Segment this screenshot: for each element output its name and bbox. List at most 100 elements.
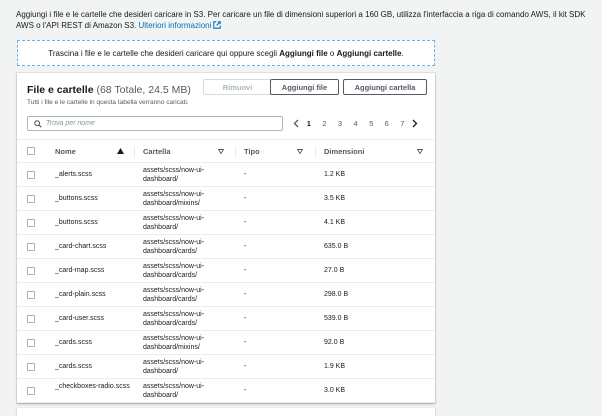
sort-icon[interactable] [417, 149, 423, 154]
file-type: - [244, 267, 247, 274]
file-type: - [244, 363, 247, 370]
intro-description: Aggiungi i file e le cartelle che deside… [16, 10, 586, 30]
page-3-button[interactable]: 3 [332, 119, 348, 128]
table-row[interactable]: _checkboxes-radio.scss assets/scss/now-u… [17, 379, 435, 403]
page-4-button[interactable]: 4 [348, 119, 364, 128]
dropzone-text: Trascina i file e le cartelle che deside… [48, 49, 403, 58]
next-panel-edge [17, 408, 435, 416]
file-folder: assets/scss/now-ui-dashboard/mixins/ [143, 191, 205, 207]
search-box [27, 116, 283, 131]
row-checkbox[interactable] [27, 219, 35, 227]
file-folder: assets/scss/now-ui-dashboard/cards/ [143, 311, 205, 327]
table-body: _alerts.scss assets/scss/now-ui-dashboar… [17, 163, 435, 403]
sort-ascending-icon[interactable] [117, 148, 124, 154]
file-name: _card-plain.scss [55, 291, 106, 298]
table-row[interactable]: _buttons.scss assets/scss/now-ui-dashboa… [17, 187, 435, 211]
file-name: _checkboxes-radio.scss [55, 383, 130, 390]
dropzone-text-start: Trascina i file e le cartelle che deside… [48, 48, 280, 58]
file-type: - [244, 315, 247, 322]
select-all-checkbox[interactable] [27, 147, 35, 155]
table-row[interactable]: _cards.scss assets/scss/now-ui-dashboard… [17, 355, 435, 379]
page-1-button[interactable]: 1 [301, 119, 317, 128]
add-files-button[interactable]: Aggiungi file [270, 79, 339, 95]
file-folder: assets/scss/now-ui-dashboard/cards/ [143, 263, 205, 279]
file-name: _buttons.scss [55, 195, 98, 202]
table-row[interactable]: _card-plain.scss assets/scss/now-ui-dash… [17, 283, 435, 307]
file-type: - [244, 291, 247, 298]
table-row[interactable]: _card-chart.scss assets/scss/now-ui-dash… [17, 235, 435, 259]
add-folder-button[interactable]: Aggiungi cartella [343, 79, 427, 95]
page-5-button[interactable]: 5 [363, 119, 379, 128]
page-2-button[interactable]: 2 [317, 119, 333, 128]
row-checkbox[interactable] [27, 387, 35, 395]
file-folder: assets/scss/now-ui-dashboard/ [143, 359, 205, 375]
intro-text: Aggiungi i file e le cartelle che deside… [16, 9, 596, 31]
file-size: 3.5 KB [324, 195, 346, 202]
dropzone-add-folders-text: Aggiungi cartelle [336, 48, 402, 58]
file-size: 539.0 B [324, 315, 349, 322]
drop-zone[interactable]: Trascina i file e le cartelle che deside… [17, 40, 435, 66]
search-icon [34, 120, 42, 128]
column-header-folder[interactable]: Cartella [143, 147, 171, 156]
next-page-button[interactable] [410, 118, 420, 130]
table-row[interactable]: _cards.scss assets/scss/now-ui-dashboard… [17, 331, 435, 355]
file-size: 4.1 KB [324, 219, 346, 226]
file-type: - [244, 243, 247, 250]
table-row[interactable]: _card-user.scss assets/scss/now-ui-dashb… [17, 307, 435, 331]
panel-description: Tutti i file e le cartelle in questa tab… [27, 99, 189, 106]
panel-count: (68 Totale, 24.5 MB) [96, 84, 191, 96]
file-size: 27.0 B [324, 267, 345, 274]
table-row[interactable]: _card-map.scss assets/scss/now-ui-dashbo… [17, 259, 435, 283]
file-folder: assets/scss/now-ui-dashboard/ [143, 383, 205, 399]
row-checkbox[interactable] [27, 171, 35, 179]
file-name: _buttons.scss [55, 219, 98, 226]
row-checkbox[interactable] [27, 315, 35, 323]
file-folder: assets/scss/now-ui-dashboard/ [143, 167, 205, 183]
file-name: _alerts.scss [55, 171, 92, 178]
page-7-button[interactable]: 7 [395, 119, 411, 128]
file-name: _cards.scss [55, 363, 92, 370]
page-6-button[interactable]: 6 [379, 119, 395, 128]
sort-icon[interactable] [218, 149, 224, 154]
remove-button[interactable]: Rimuovi [203, 79, 272, 95]
search-input[interactable] [46, 117, 276, 130]
file-type: - [244, 387, 247, 394]
file-folder: assets/scss/now-ui-dashboard/ [143, 215, 205, 231]
row-checkbox[interactable] [27, 339, 35, 347]
column-divider [134, 146, 135, 158]
learn-more-link[interactable]: Ulteriori informazioni [138, 21, 222, 30]
row-checkbox[interactable] [27, 243, 35, 251]
table-row[interactable]: _buttons.scss assets/scss/now-ui-dashboa… [17, 211, 435, 235]
column-divider [235, 146, 236, 158]
learn-more-label[interactable]: Ulteriori informazioni [138, 21, 211, 30]
file-type: - [244, 219, 247, 226]
external-link-icon [213, 21, 222, 29]
file-name: _card-chart.scss [55, 243, 107, 250]
chevron-left-icon [293, 119, 299, 128]
dropzone-add-files-text: Aggiungi file [279, 48, 328, 58]
file-type: - [244, 195, 247, 202]
row-checkbox[interactable] [27, 267, 35, 275]
file-size: 3.0 KB [324, 387, 346, 394]
row-checkbox[interactable] [27, 291, 35, 299]
file-type: - [244, 171, 247, 178]
file-folder: assets/scss/now-ui-dashboard/mixins/ [143, 335, 205, 351]
dropzone-text-middle: o [327, 48, 337, 58]
dropzone-text-end: . [401, 48, 404, 58]
file-size: 1.9 KB [324, 363, 346, 370]
column-header-type[interactable]: Tipo [244, 147, 260, 156]
previous-page-button[interactable] [291, 118, 301, 130]
file-name: _card-user.scss [55, 315, 105, 322]
file-size: 92.0 B [324, 339, 345, 346]
chevron-right-icon [412, 119, 418, 128]
column-header-size[interactable]: Dimensioni [324, 147, 364, 156]
table-row[interactable]: _alerts.scss assets/scss/now-ui-dashboar… [17, 163, 435, 187]
row-checkbox[interactable] [27, 363, 35, 371]
file-size: 635.0 B [324, 243, 349, 250]
row-checkbox[interactable] [27, 195, 35, 203]
column-header-name[interactable]: Nome [55, 147, 76, 156]
file-size: 1.2 KB [324, 171, 346, 178]
files-and-folders-panel: File e cartelle (68 Totale, 24.5 MB) Tut… [17, 73, 435, 403]
sort-icon[interactable] [297, 149, 303, 154]
panel-title: File e cartelle (68 Totale, 24.5 MB) [27, 84, 191, 96]
